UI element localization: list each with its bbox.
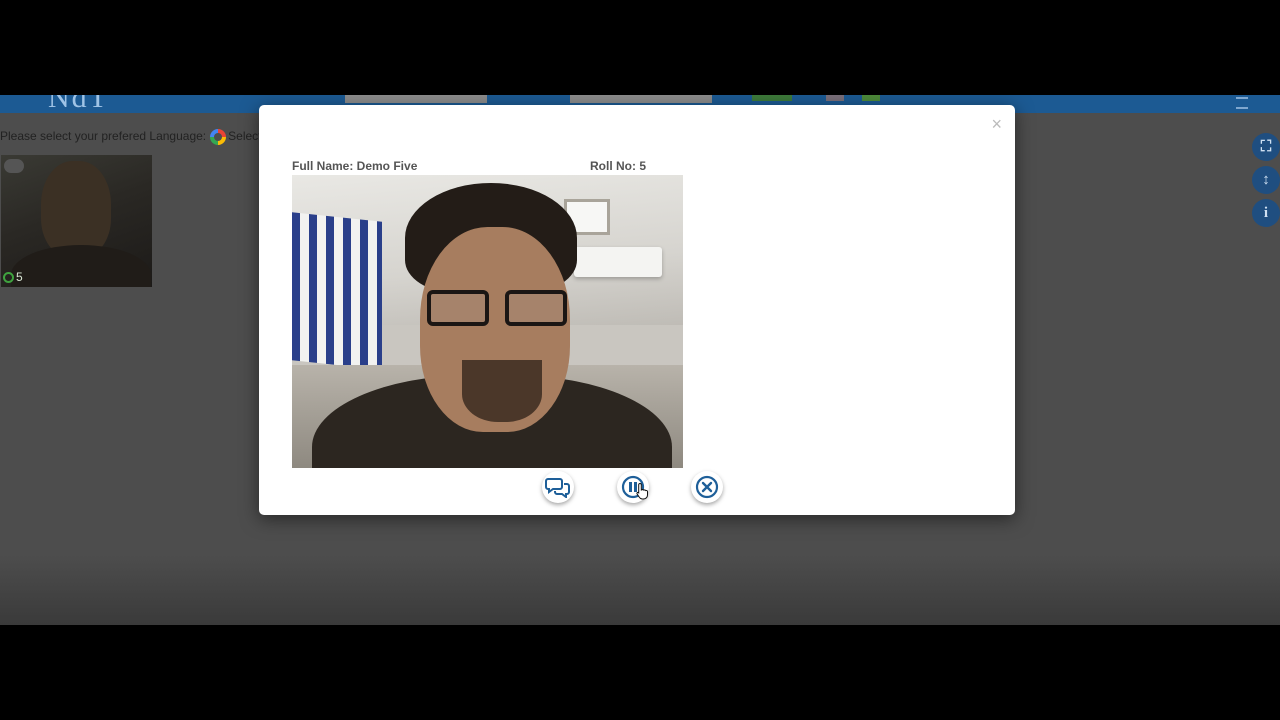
nav-chip-green-2[interactable]: [862, 95, 880, 101]
language-selector: Please select your prefered Language: Sel…: [0, 129, 262, 145]
nav-chip-avatar[interactable]: [826, 95, 844, 101]
roll-no-label: Roll No: 5: [590, 159, 646, 173]
thumbnail-body: [11, 245, 151, 287]
hand-cursor-icon: [636, 482, 648, 500]
roll-number: 5: [16, 270, 23, 284]
close-circle-icon: [695, 475, 719, 499]
nav-tab-1[interactable]: [345, 95, 487, 103]
language-label: Please select your prefered Language:: [0, 129, 207, 144]
modal-close-button[interactable]: ×: [991, 115, 1002, 133]
full-name-label: Full Name: Demo Five: [292, 159, 418, 173]
end-button[interactable]: [691, 471, 723, 503]
hamburger-menu-icon[interactable]: [1236, 97, 1248, 109]
thumbnail-options-icon[interactable]: [4, 159, 24, 173]
participant-thumbnail[interactable]: 5: [1, 155, 152, 287]
google-icon: [210, 129, 227, 145]
page-footer-shade: [0, 555, 1280, 625]
online-status-icon: [3, 271, 14, 283]
fullscreen-icon[interactable]: ⛶: [1252, 133, 1280, 161]
student-video-modal: × Full Name: Demo Five Roll No: 5: [259, 105, 1015, 515]
video-air-conditioner: [574, 247, 662, 277]
language-select[interactable]: Select: [228, 129, 261, 143]
chat-button[interactable]: [542, 471, 574, 503]
roll-badge: 5: [3, 270, 23, 284]
nav-chip-green[interactable]: [752, 95, 792, 101]
webcam-video-feed: [292, 175, 683, 468]
chat-bubbles-icon: [545, 478, 570, 498]
nav-tab-2[interactable]: [570, 95, 712, 103]
video-person-glasses: [427, 290, 567, 328]
info-icon[interactable]: i: [1252, 199, 1280, 227]
resize-vertical-icon[interactable]: ↕: [1252, 166, 1280, 194]
video-person-beard: [462, 360, 542, 422]
app-logo[interactable]: NdT: [48, 95, 109, 115]
thumbnail-face: [41, 161, 111, 257]
video-window-blinds: [292, 212, 382, 370]
